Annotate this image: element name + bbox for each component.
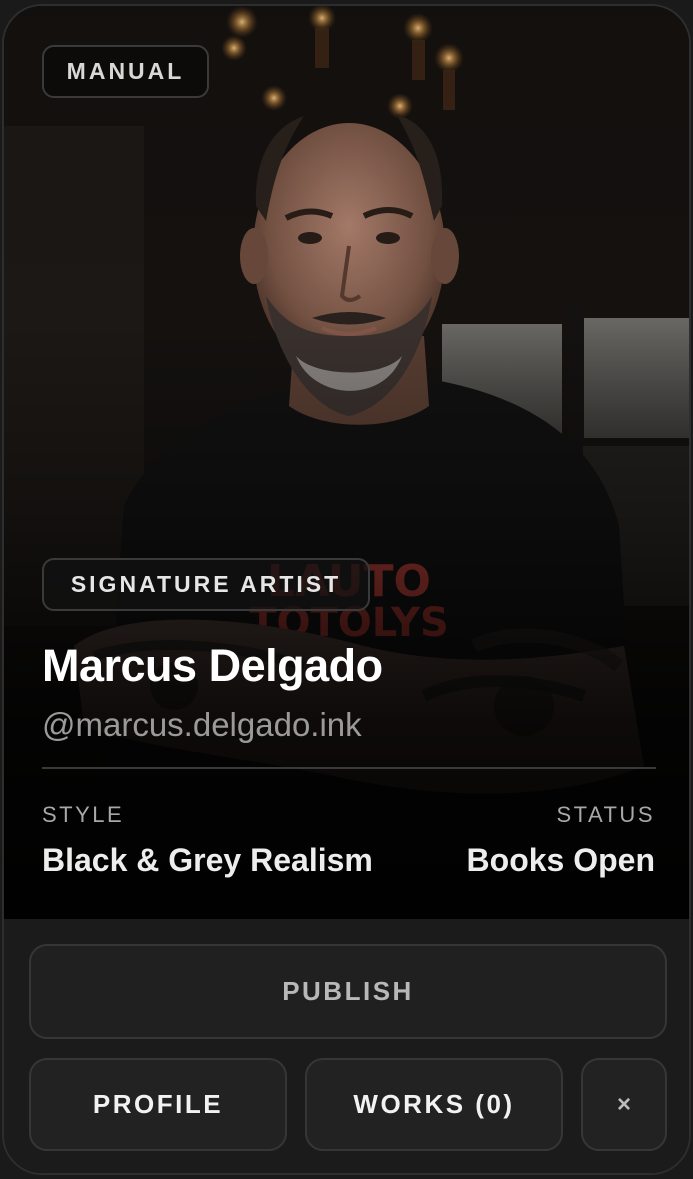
- divider: [42, 767, 656, 769]
- artist-name: Marcus Delgado: [42, 640, 383, 691]
- artist-card: LAUTO TOTOLYS: [2, 4, 691, 1175]
- works-button[interactable]: WORKS (0): [305, 1058, 563, 1151]
- profile-button[interactable]: PROFILE: [29, 1058, 287, 1151]
- action-bar: PUBLISH PROFILE WORKS (0) ×: [4, 919, 689, 1173]
- signature-artist-badge: SIGNATURE ARTIST: [42, 558, 370, 611]
- close-button[interactable]: ×: [581, 1058, 667, 1151]
- status-value: Books Open: [466, 842, 655, 878]
- manual-badge: MANUAL: [42, 45, 209, 98]
- style-value: Black & Grey Realism: [42, 842, 373, 878]
- close-icon: ×: [616, 1090, 631, 1118]
- status-label: STATUS: [556, 802, 655, 827]
- publish-button[interactable]: PUBLISH: [29, 944, 667, 1039]
- artist-hero: LAUTO TOTOLYS: [4, 6, 689, 919]
- style-label: STYLE: [42, 802, 125, 827]
- photo-gradient-overlay: [4, 6, 689, 919]
- artist-handle: @marcus.delgado.ink: [42, 706, 362, 743]
